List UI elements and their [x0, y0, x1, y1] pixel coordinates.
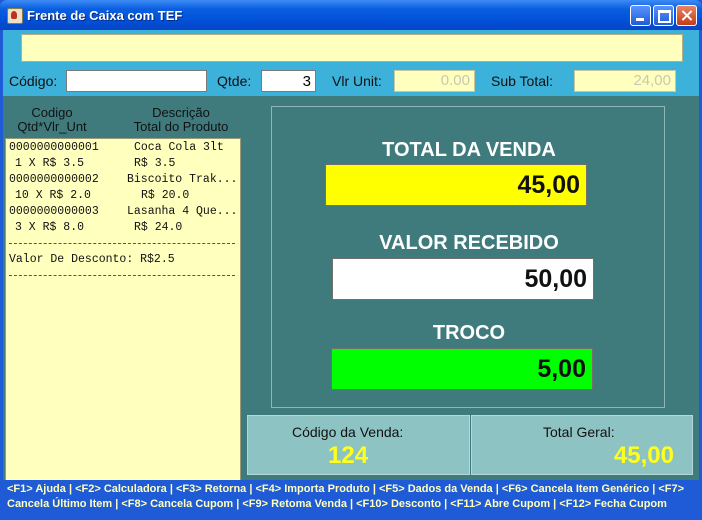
- header-qtd-vlr: Qtd*Vlr_Unt: [17, 119, 87, 134]
- vlr-unit-label: Vlr Unit:: [332, 73, 382, 89]
- codigo-venda-label: Código da Venda:: [292, 424, 404, 440]
- input-panel: Código: Qtde: Vlr Unit: 0.00 Sub Total: …: [3, 30, 699, 96]
- valor-recebido-label: VALOR RECEBIDO: [379, 232, 559, 254]
- item-desc: Coca Cola 3lt: [134, 141, 224, 154]
- item-desc: Lasanha 4 Que...: [127, 205, 238, 218]
- qtde-label: Qtde:: [217, 73, 252, 89]
- item-qty: 1 X R$ 3.5: [15, 157, 85, 170]
- item-total: R$ 20.0: [141, 189, 190, 202]
- item-code: 0000000000002: [9, 173, 99, 186]
- header-descricao: Descrição: [152, 105, 210, 120]
- item-desc: Biscoito Trak...: [127, 173, 238, 186]
- codigo-venda-value: 124: [328, 442, 369, 469]
- troco-label: TROCO: [432, 322, 506, 344]
- qtde-input[interactable]: [261, 70, 316, 92]
- discount-line: Valor De Desconto: R$2.5: [9, 253, 175, 266]
- java-app-icon: [7, 8, 23, 24]
- valor-recebido-value: 50,00: [332, 258, 594, 300]
- item-code: 0000000000001: [9, 141, 99, 154]
- separator: [9, 243, 235, 244]
- codigo-label: Código:: [9, 73, 58, 89]
- header-total-produto: Total do Produto: [133, 119, 229, 134]
- total-geral-label: Total Geral:: [543, 424, 615, 440]
- window-title: Frente de Caixa com TEF: [27, 8, 183, 23]
- item-total: R$ 3.5: [134, 157, 176, 170]
- total-venda-label: TOTAL DA VENDA: [382, 139, 556, 161]
- total-geral-box: Total Geral: 45,00: [471, 415, 693, 475]
- item-qty: 10 X R$ 2.0: [15, 189, 91, 202]
- total-geral-value: 45,00: [613, 442, 674, 469]
- troco-value: 5,00: [331, 348, 593, 390]
- window-content: Código: Qtde: Vlr Unit: 0.00 Sub Total: …: [3, 30, 699, 517]
- items-header: Codigo Qtd*Vlr_Unt Descrição Total do Pr…: [3, 106, 243, 138]
- sub-total-field: 24,00: [574, 70, 676, 92]
- vlr-unit-field: 0.00: [394, 70, 475, 92]
- shortcut-line-1: <F1> Ajuda | <F2> Calculadora | <F3> Ret…: [7, 483, 685, 495]
- item-qty: 3 X R$ 8.0: [15, 221, 85, 234]
- total-venda-value: 45,00: [325, 164, 587, 206]
- items-list[interactable]: 0000000000001 Coca Cola 3lt 1 X R$ 3.5 R…: [5, 138, 241, 506]
- maximize-button[interactable]: [653, 5, 674, 26]
- shortcut-bar: <F1> Ajuda | <F2> Calculadora | <F3> Ret…: [3, 480, 699, 517]
- codigo-venda-box: Código da Venda: 124: [247, 415, 470, 475]
- header-codigo: Codigo: [31, 105, 73, 120]
- title-bar: Frente de Caixa com TEF: [0, 0, 702, 30]
- item-code: 0000000000003: [9, 205, 99, 218]
- totals-panel: TOTAL DA VENDA 45,00 VALOR RECEBIDO 50,0…: [271, 106, 665, 408]
- message-bar: [21, 34, 683, 62]
- codigo-input[interactable]: [66, 70, 207, 92]
- close-button[interactable]: [676, 5, 697, 26]
- minimize-button[interactable]: [630, 5, 651, 26]
- sub-total-label: Sub Total:: [491, 73, 554, 89]
- items-panel: Codigo Qtd*Vlr_Unt Descrição Total do Pr…: [3, 102, 243, 507]
- item-total: R$ 24.0: [134, 221, 183, 234]
- separator: [9, 275, 235, 276]
- shortcut-line-2: Cancela Último Item | <F8> Cancela Cupom…: [7, 498, 667, 510]
